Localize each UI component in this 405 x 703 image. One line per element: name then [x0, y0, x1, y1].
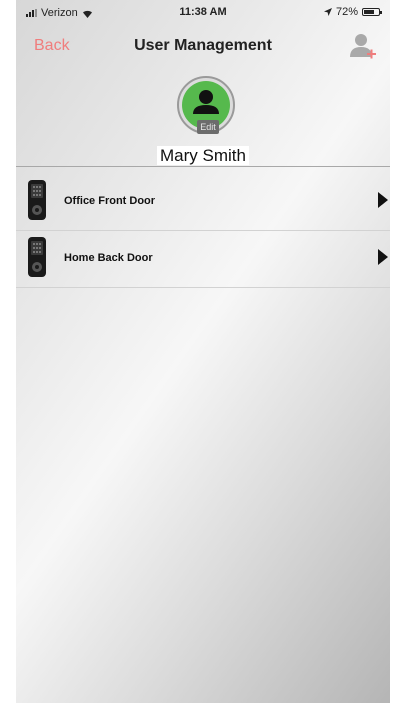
app-screen: Verizon 11:38 AM 72% Back User Managemen… [16, 0, 390, 703]
door-label: Office Front Door [64, 195, 156, 207]
door-list: Office Front Door Home Back Door [16, 174, 390, 288]
page-title: User Management [134, 37, 272, 54]
user-name: Mary Smith [16, 146, 390, 166]
chevron-right-icon[interactable] [378, 192, 388, 208]
user-profile: Edit Mary Smith [16, 68, 390, 167]
status-bar: Verizon 11:38 AM 72% [16, 0, 390, 26]
chevron-right-icon[interactable] [378, 249, 388, 265]
add-user-icon[interactable] [348, 30, 378, 62]
navigation-bar: Back User Management [16, 26, 390, 68]
location-arrow-icon [323, 8, 332, 16]
battery-icon [362, 8, 382, 16]
door-row-office-front-door[interactable]: Office Front Door [16, 174, 390, 231]
battery-percent: 72% [335, 6, 358, 18]
avatar[interactable]: Edit [177, 76, 235, 134]
battery-level [364, 10, 374, 14]
door-row-home-back-door[interactable]: Home Back Door [16, 231, 390, 288]
user-name-text: Mary Smith [157, 146, 249, 165]
battery-info: 72% [323, 6, 382, 18]
door-lock-icon [28, 180, 46, 220]
door-lock-icon [28, 237, 46, 277]
edit-avatar-button[interactable]: Edit [197, 120, 219, 134]
door-label: Home Back Door [64, 252, 153, 264]
